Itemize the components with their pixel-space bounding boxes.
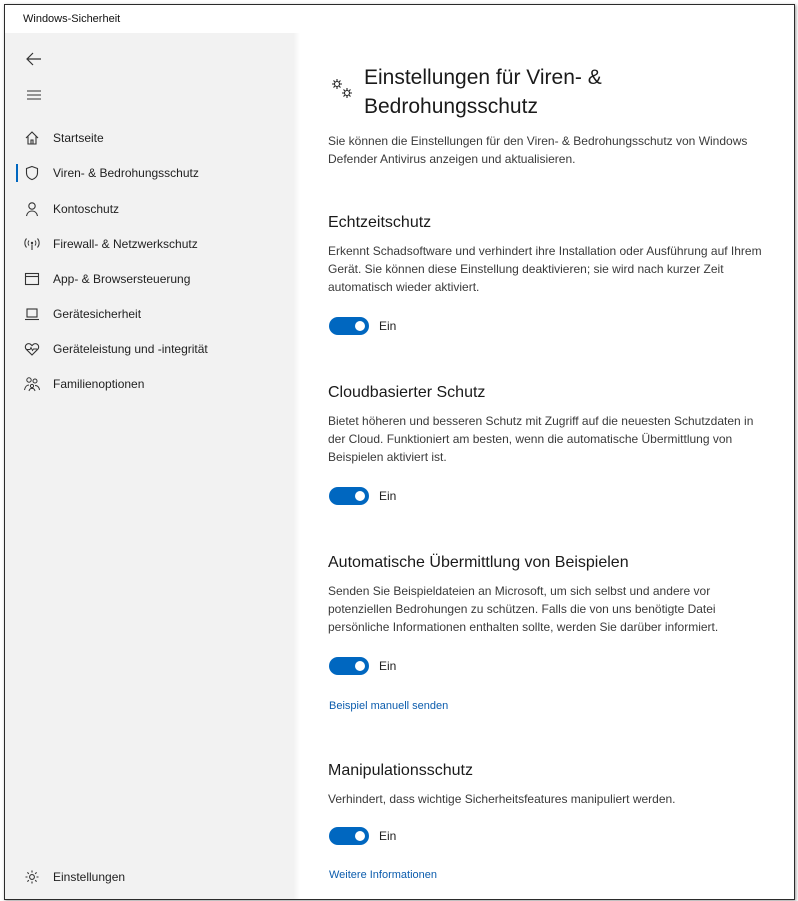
section-title-echtzeitschutz: Echtzeitschutz — [328, 214, 432, 231]
sidebar-item-geraetesicherheit[interactable]: Gerätesicherheit — [5, 297, 294, 331]
sidebar-item-label: Firewall- & Netzwerkschutz — [53, 237, 198, 251]
section-description: Erkennt Schadsoftware und verhindert ihr… — [328, 244, 762, 294]
sidebar-item-label: Viren- & Bedrohungsschutz — [53, 166, 199, 180]
sidebar-item-einstellungen[interactable]: Einstellungen — [5, 860, 294, 894]
sidebar-item-label: Familienoptionen — [53, 377, 145, 391]
echtzeitschutz-toggle[interactable] — [329, 317, 369, 335]
person-icon — [22, 199, 42, 219]
sidebar-item-label: Startseite — [53, 131, 104, 145]
shield-icon — [22, 163, 42, 183]
sidebar-item-label: Einstellungen — [53, 870, 126, 884]
sidebar-item-label: Kontoschutz — [53, 202, 120, 216]
back-arrow-icon — [26, 52, 41, 66]
browser-window-icon — [22, 269, 42, 289]
page-title: Einstellungen für Viren- & Bedrohungssch… — [364, 66, 602, 118]
home-icon — [22, 128, 42, 148]
weitere-informationen-link[interactable]: Weitere Informationen — [329, 869, 437, 881]
sidebar-item-geraeteleistung[interactable]: Geräteleistung und -integrität — [5, 332, 294, 366]
sidebar-item-startseite[interactable]: Startseite — [5, 121, 294, 155]
wireless-icon — [22, 234, 42, 254]
laptop-icon — [22, 304, 42, 324]
selection-indicator — [16, 164, 18, 182]
section-title-automatische-uebermittlung: Automatische Übermittlung von Beispielen — [328, 554, 629, 571]
family-icon — [22, 374, 42, 394]
title-bar: Windows-Sicherheit — [5, 5, 794, 33]
back-button[interactable] — [22, 47, 46, 71]
sidebar-item-viren-bedrohungsschutz[interactable]: Viren- & Bedrohungsschutz — [5, 156, 294, 190]
heart-pulse-icon — [22, 339, 42, 359]
gear-icon — [22, 867, 42, 887]
beispiel-manuell-senden-link[interactable]: Beispiel manuell senden — [329, 700, 448, 712]
main-content: Einstellungen für Viren- & Bedrohungssch… — [295, 33, 794, 899]
sidebar: Startseite Viren- & Bedrohungsschutz Kon… — [5, 33, 300, 899]
section-title-cloudbasierter-schutz: Cloudbasierter Schutz — [328, 384, 486, 401]
sidebar-item-label: Gerätesicherheit — [53, 307, 142, 321]
sidebar-item-kontoschutz[interactable]: Kontoschutz — [5, 192, 294, 226]
sidebar-item-label: App- & Browsersteuerung — [53, 272, 191, 286]
section-description: Verhindert, dass wichtige Sicherheitsfea… — [328, 792, 676, 806]
app-window: Windows-Sicherheit Startseite Viren- & B… — [4, 4, 795, 900]
hamburger-icon — [27, 90, 41, 100]
toggle-state-label: Ein — [379, 829, 397, 843]
sidebar-item-label: Geräteleistung und -integrität — [53, 342, 208, 356]
sidebar-item-firewall-netzwerkschutz[interactable]: Firewall- & Netzwerkschutz — [5, 227, 294, 261]
section-description: Bietet höheren und besseren Schutz mit Z… — [328, 414, 754, 464]
page-description: Sie können die Einstellungen für den Vir… — [328, 134, 748, 166]
sidebar-item-familienoptionen[interactable]: Familienoptionen — [5, 367, 294, 401]
menu-button[interactable] — [22, 83, 46, 107]
sidebar-item-app-browsersteuerung[interactable]: App- & Browsersteuerung — [5, 262, 294, 296]
automatische-uebermittlung-toggle[interactable] — [329, 657, 369, 675]
manipulationsschutz-toggle[interactable] — [329, 827, 369, 845]
toggle-state-label: Ein — [379, 489, 397, 503]
section-title-manipulationsschutz: Manipulationsschutz — [328, 762, 473, 779]
cloudbasierter-schutz-toggle[interactable] — [329, 487, 369, 505]
toggle-state-label: Ein — [379, 319, 397, 333]
gears-icon — [328, 75, 356, 103]
toggle-state-label: Ein — [379, 659, 397, 673]
section-description: Senden Sie Beispieldateien an Microsoft,… — [328, 584, 719, 634]
